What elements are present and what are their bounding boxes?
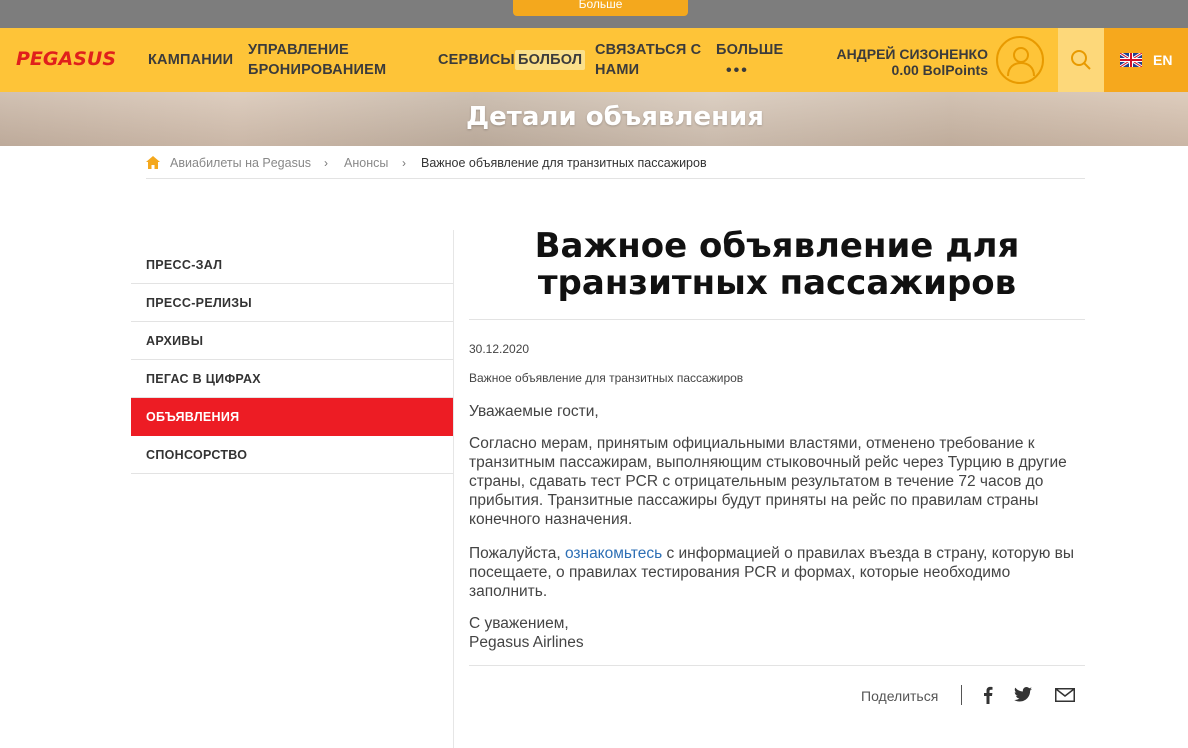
- nav-more-dots[interactable]: •••: [726, 62, 749, 80]
- user-points: 0.00 BolPoints: [891, 62, 988, 78]
- share-label: Поделиться: [861, 688, 939, 704]
- closing-line1: С уважением,: [469, 615, 569, 632]
- nav-contact-line2: НАМИ: [595, 62, 640, 78]
- hero-banner: Детали объявления: [0, 92, 1188, 146]
- breadcrumb-separator: ›: [324, 156, 328, 170]
- breadcrumb-separator: ›: [402, 156, 406, 170]
- nav-more[interactable]: БОЛЬШЕ: [716, 40, 783, 60]
- page-title: Детали объявления: [466, 102, 764, 132]
- home-icon[interactable]: [146, 156, 160, 169]
- sidebar-item-press-room[interactable]: ПРЕСС-ЗАЛ: [131, 246, 453, 284]
- header: PEGASUS КАМПАНИИ УПРАВЛЕНИЕ БРОНИРОВАНИЕ…: [0, 28, 1188, 92]
- nav-manage-line1: УПРАВЛЕНИЕ: [248, 42, 349, 58]
- closing-signature: Pegasus Airlines: [469, 634, 584, 651]
- avatar[interactable]: [996, 36, 1044, 84]
- nav-services[interactable]: СЕРВИСЫ: [438, 50, 515, 70]
- sidebar-divider: [453, 230, 454, 748]
- twitter-icon[interactable]: [1014, 687, 1032, 702]
- facebook-icon[interactable]: [983, 686, 993, 704]
- article-greeting: Уважаемые гости,: [469, 403, 599, 420]
- article-subtitle: Важное объявление для транзитных пассажи…: [469, 371, 744, 385]
- breadcrumb-current: Важное объявление для транзитных пассажи…: [421, 156, 707, 170]
- article-closing: С уважением, Pegasus Airlines: [469, 614, 1079, 652]
- breadcrumb: Авиабилеты на Pegasus › Анонсы › Важное …: [146, 155, 1085, 179]
- breadcrumb-home[interactable]: Авиабилеты на Pegasus: [170, 156, 311, 170]
- user-info[interactable]: АНДРЕЙ СИЗОНЕНКО 0.00 BolPoints: [837, 46, 988, 78]
- breadcrumb-section[interactable]: Анонсы: [344, 156, 388, 170]
- sidebar-item-press-releases[interactable]: ПРЕСС-РЕЛИЗЫ: [131, 284, 453, 322]
- sidebar-item-pegasus-in-numbers[interactable]: ПЕГАС В ЦИФРАХ: [131, 360, 453, 398]
- title-divider: [469, 319, 1085, 320]
- nav-bolbol[interactable]: БОЛБОЛ: [515, 50, 586, 70]
- share-divider: [961, 685, 962, 705]
- sidebar-item-archives[interactable]: АРХИВЫ: [131, 322, 453, 360]
- language-label: EN: [1153, 52, 1173, 68]
- search-button[interactable]: [1058, 28, 1104, 92]
- mail-icon[interactable]: [1055, 688, 1075, 702]
- uk-flag-icon: [1120, 53, 1142, 67]
- learn-more-link[interactable]: ознакомьтесь: [565, 545, 662, 562]
- paragraph-2-before: Пожалуйста,: [469, 545, 561, 562]
- user-name: АНДРЕЙ СИЗОНЕНКО: [836, 46, 988, 62]
- sidebar-item-sponsorship[interactable]: СПОНСОРСТВО: [131, 436, 453, 474]
- bottom-divider: [469, 665, 1085, 666]
- nav-contact[interactable]: СВЯЗАТЬСЯ С НАМИ: [595, 40, 701, 80]
- nav-manage-line2: БРОНИРОВАНИЕМ: [248, 62, 387, 78]
- article-date: 30.12.2020: [469, 342, 530, 356]
- language-selector[interactable]: EN: [1104, 28, 1188, 92]
- article-title: Важное объявление для транзитных пассажи…: [469, 228, 1085, 302]
- user-icon: [1007, 47, 1035, 77]
- search-icon: [1071, 50, 1091, 70]
- article-title-line1: Важное объявление для: [534, 226, 1020, 266]
- nav-contact-line1: СВЯЗАТЬСЯ С: [595, 42, 702, 58]
- top-strip: Больше: [0, 0, 1188, 28]
- nav-manage-booking[interactable]: УПРАВЛЕНИЕ БРОНИРОВАНИЕМ: [248, 40, 386, 80]
- article-paragraph-2: Пожалуйста, ознакомьтесь с информацией о…: [469, 544, 1079, 601]
- pegasus-logo[interactable]: PEGASUS: [16, 48, 116, 70]
- article-paragraph-1: Согласно мерам, принятым официальными вл…: [469, 435, 1067, 528]
- nav-campaigns[interactable]: КАМПАНИИ: [148, 50, 233, 70]
- article-title-line2: транзитных пассажиров: [537, 263, 1017, 303]
- sidebar-item-announcements[interactable]: ОБЪЯВЛЕНИЯ: [131, 398, 453, 436]
- more-tab[interactable]: Больше: [513, 0, 688, 16]
- sidebar: ПРЕСС-ЗАЛ ПРЕСС-РЕЛИЗЫ АРХИВЫ ПЕГАС В ЦИ…: [131, 246, 453, 474]
